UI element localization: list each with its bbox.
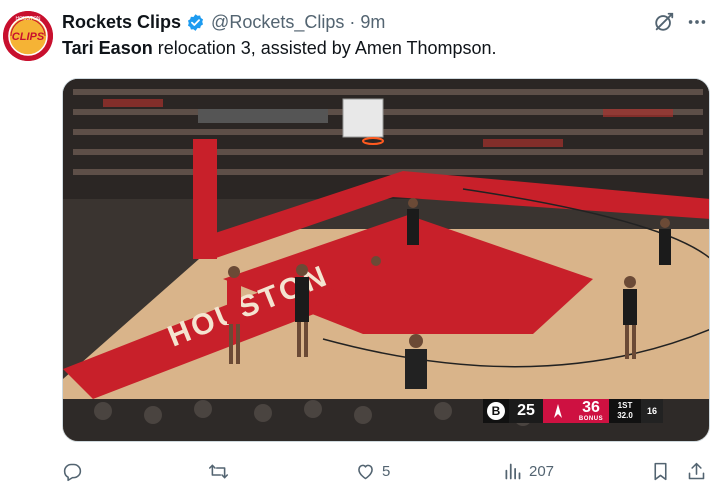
separator-dot: · bbox=[349, 11, 356, 32]
period: 1ST bbox=[617, 401, 633, 411]
avatar-text: CLIPS bbox=[12, 31, 45, 43]
more-icon[interactable] bbox=[686, 11, 708, 33]
like-count: 5 bbox=[382, 462, 391, 480]
tweet[interactable]: CLIPS HOUSTON Rockets Clips @Rockets_Cli… bbox=[0, 0, 722, 494]
bookmark-button[interactable] bbox=[650, 456, 671, 486]
scorebug: B 25 36 BONUS 1ST 32.0 16 bbox=[483, 399, 663, 423]
display-name[interactable]: Rockets Clips bbox=[62, 12, 181, 33]
tweet-body: relocation 3, assisted by Amen Thompson. bbox=[152, 38, 497, 58]
share-icon bbox=[688, 462, 705, 479]
bookmark-icon bbox=[654, 462, 667, 480]
bonus-label: BONUS bbox=[578, 416, 604, 422]
like-icon bbox=[358, 464, 373, 479]
reply-icon bbox=[63, 463, 82, 481]
shot-clock: 16 bbox=[641, 399, 663, 423]
grok-icon[interactable] bbox=[653, 11, 675, 33]
tweet-text: Tari Eason relocation 3, assisted by Ame… bbox=[62, 38, 497, 59]
home-score-box: 36 BONUS bbox=[573, 399, 609, 423]
clock: 32.0 bbox=[617, 411, 633, 420]
video-player[interactable]: HOUSTON B 25 36 BONUS 1ST 32.0 16 bbox=[62, 78, 710, 442]
video-frame: HOUSTON bbox=[63, 79, 709, 441]
avatar-ring-text: HOUSTON bbox=[16, 16, 41, 22]
views-count: 207 bbox=[529, 462, 555, 480]
nets-logo-icon: B bbox=[483, 399, 509, 423]
views-button[interactable]: 207 bbox=[502, 456, 554, 486]
views-icon bbox=[505, 463, 521, 479]
share-button[interactable] bbox=[686, 456, 707, 486]
action-bar: 5 207 bbox=[62, 456, 710, 486]
retweet-button[interactable] bbox=[208, 456, 235, 486]
handle[interactable]: @Rockets_Clips bbox=[211, 12, 344, 33]
reply-button[interactable] bbox=[62, 456, 89, 486]
away-score: 25 bbox=[509, 399, 543, 423]
retweet-icon bbox=[208, 464, 229, 478]
tweet-mention: Tari Eason bbox=[62, 38, 153, 58]
verified-badge-icon bbox=[186, 13, 205, 32]
rockets-logo-icon bbox=[543, 399, 573, 423]
game-clock: 1ST 32.0 bbox=[609, 399, 641, 423]
home-score: 36 bbox=[582, 399, 600, 416]
timestamp[interactable]: 9m bbox=[360, 12, 385, 33]
like-button[interactable]: 5 bbox=[355, 456, 390, 486]
tweet-header: Rockets Clips @Rockets_Clips · 9m bbox=[62, 11, 385, 33]
avatar[interactable]: CLIPS HOUSTON bbox=[3, 11, 53, 61]
